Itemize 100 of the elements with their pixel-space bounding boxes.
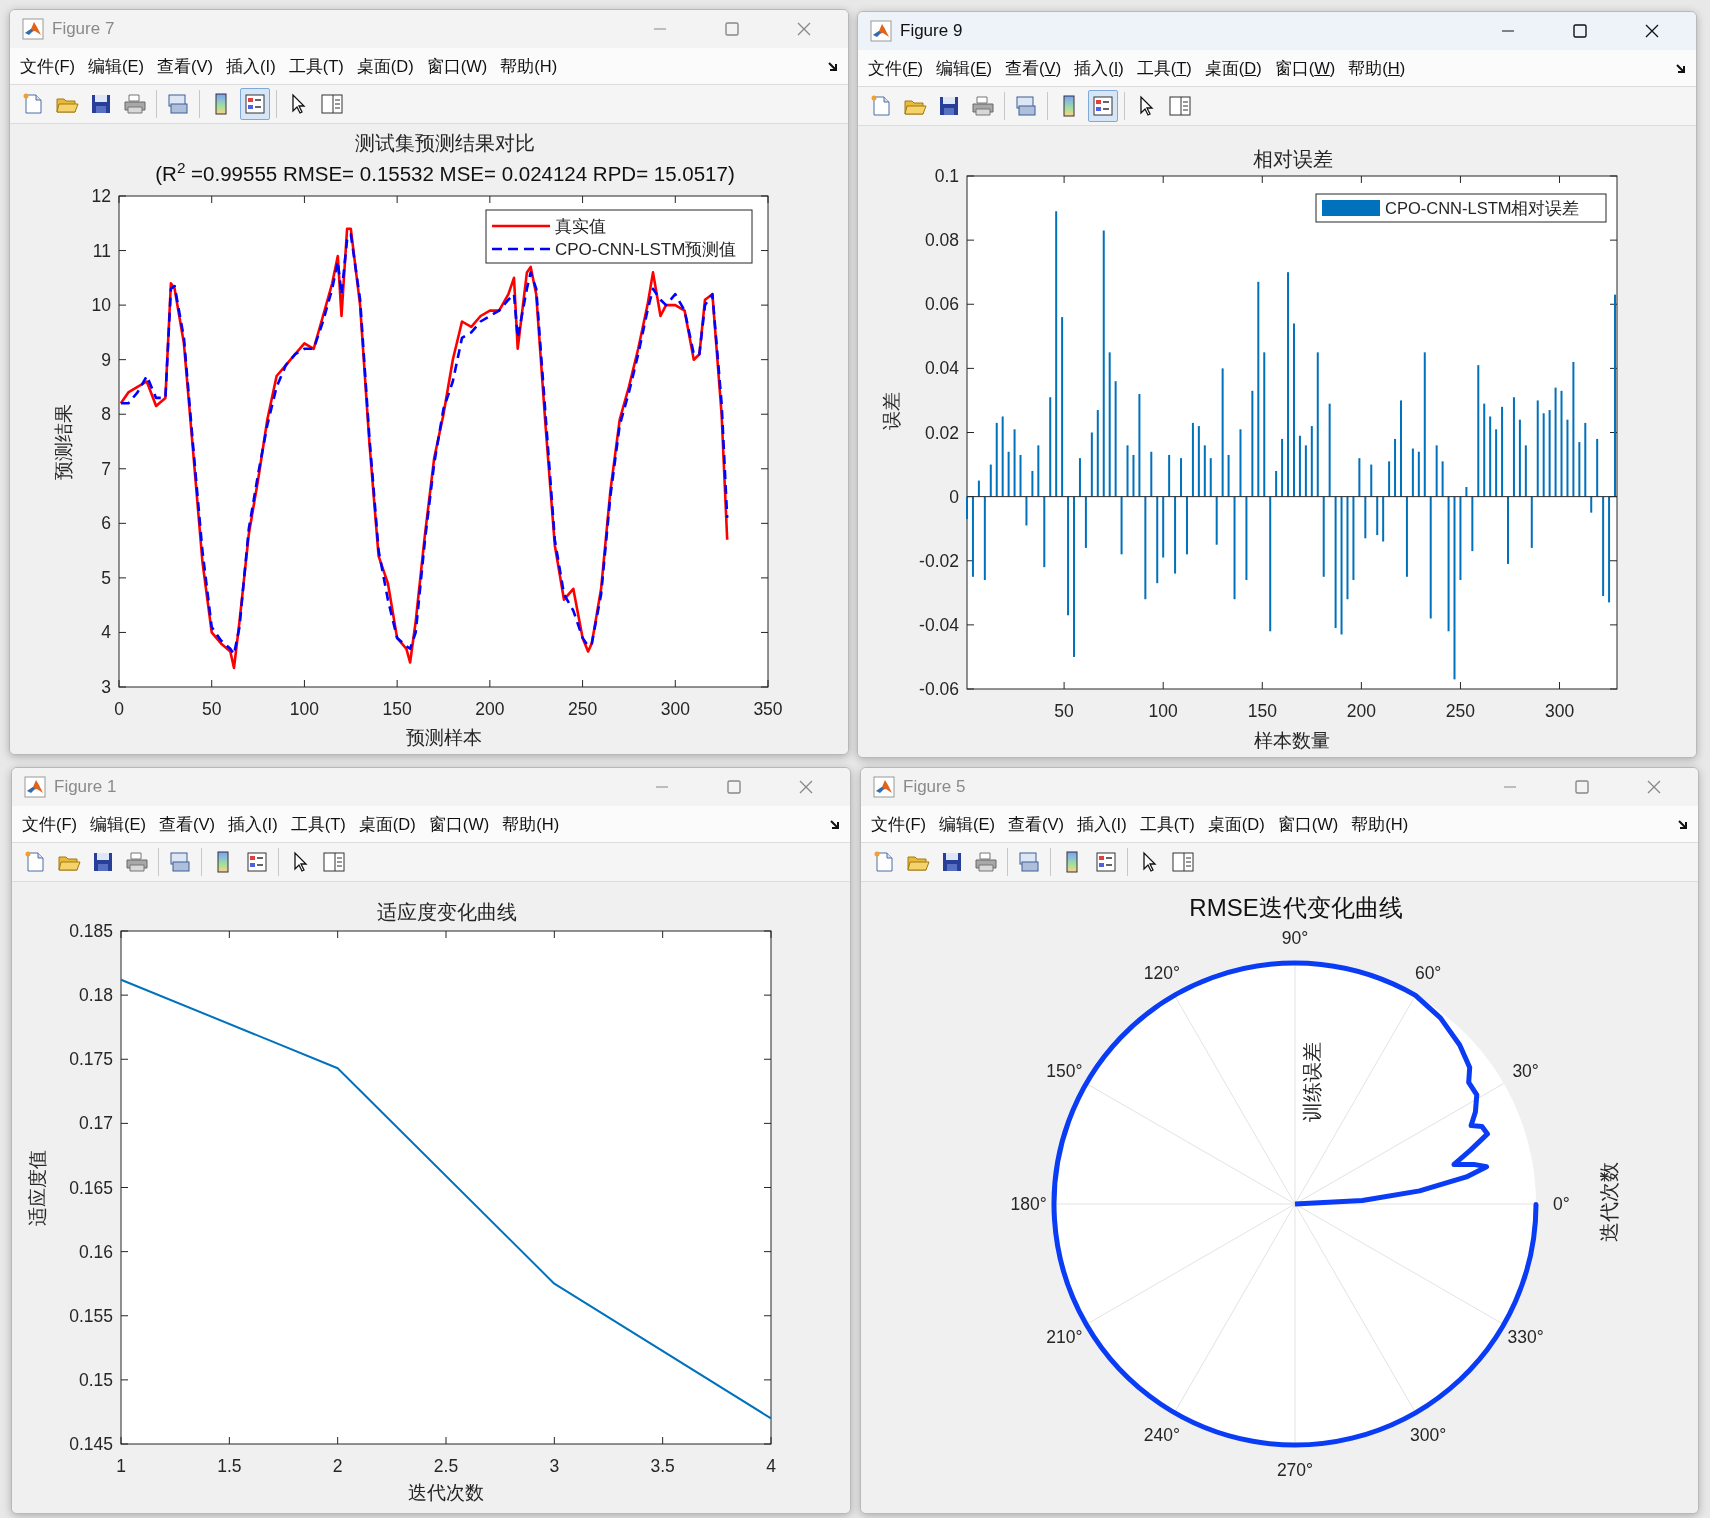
- menu-item[interactable]: 工具(T): [286, 811, 350, 837]
- angle-label: 210°: [1046, 1327, 1083, 1348]
- tick-label: 0.17: [78, 1113, 113, 1134]
- tick-label: 50: [1054, 701, 1074, 721]
- menu-item[interactable]: 编辑(E): [935, 811, 1000, 837]
- dock-arrow-icon[interactable]: [1678, 818, 1690, 830]
- legend-swatch: [492, 224, 550, 228]
- axis-label: 误差: [880, 392, 902, 430]
- tick-label: 0: [114, 699, 124, 719]
- legend-label: 真实值: [555, 217, 606, 236]
- menu-item[interactable]: 文件(F): [16, 53, 80, 79]
- angle-label: 240°: [1143, 1424, 1180, 1445]
- tick-label: 0.08: [924, 230, 959, 251]
- menu-item[interactable]: 文件(F): [867, 811, 931, 837]
- tick-label: 250: [567, 699, 598, 719]
- window-title: Figure 5: [903, 776, 966, 799]
- tick-label: 0.04: [924, 358, 959, 379]
- menu-item[interactable]: 桌面(D): [354, 811, 420, 837]
- tick-label: -0.04: [919, 614, 959, 635]
- tick-label: 7: [101, 458, 111, 479]
- app-logo-icon: [873, 776, 895, 798]
- tick-label: 150: [382, 699, 412, 719]
- tick-label: 100: [1148, 701, 1178, 721]
- axis-label: 迭代次数: [408, 1481, 484, 1503]
- tick-label: 0.18: [78, 985, 113, 1006]
- menu-item[interactable]: 编辑(E): [932, 55, 997, 81]
- menu-item[interactable]: 桌面(D): [1200, 55, 1266, 81]
- menu-item[interactable]: 窗口(W): [1270, 55, 1340, 81]
- app-logo-icon: [22, 18, 44, 40]
- menu-item[interactable]: 查看(V): [153, 53, 218, 79]
- menu-item[interactable]: 帮助(H): [496, 53, 562, 79]
- angle-label: 150°: [1046, 1060, 1083, 1081]
- tick-label: 0.175: [69, 1049, 113, 1070]
- tick-label: 12: [91, 186, 111, 206]
- menu-item[interactable]: 工具(T): [284, 53, 348, 79]
- menu-item[interactable]: 工具(T): [1132, 55, 1196, 81]
- menu-item[interactable]: 窗口(W): [1273, 811, 1343, 837]
- tick-label: 0.1: [934, 166, 959, 186]
- tick-label: -0.06: [919, 679, 959, 699]
- tick-label: 100: [289, 699, 320, 719]
- chart-subtitle: (R$^{2}$ =0.99555 RMSE= 0.15532 MSE= 0.024124 RPD= 15.0517): [155, 159, 735, 187]
- menu-item[interactable]: 帮助(H): [498, 811, 564, 837]
- menu-item[interactable]: 帮助(H): [1347, 811, 1413, 837]
- app-logo-icon: [24, 776, 46, 798]
- tick-label: 0.15: [78, 1369, 113, 1390]
- menu-item[interactable]: 编辑(E): [86, 811, 151, 837]
- dock-arrow-icon[interactable]: [828, 60, 840, 72]
- tick-label: 0.185: [69, 921, 113, 941]
- tick-label: 9: [101, 349, 111, 370]
- menu-item[interactable]: 窗口(W): [422, 53, 492, 79]
- dock-arrow-icon[interactable]: [1676, 62, 1688, 74]
- tick-label: 0.06: [924, 294, 959, 315]
- menu-item[interactable]: 查看(V): [1004, 811, 1069, 837]
- tick-label: 0.16: [78, 1241, 113, 1262]
- axis-label: 预测结果: [52, 403, 74, 480]
- menu-item[interactable]: 文件(F): [864, 55, 928, 81]
- tick-label: 8: [101, 404, 111, 425]
- tick-label: 1.5: [217, 1456, 242, 1476]
- chart-title: 测试集预测结果对比: [355, 130, 535, 157]
- app-logo-icon: [870, 20, 892, 42]
- menu-item[interactable]: 编辑(E): [84, 53, 149, 79]
- legend-label: CPO-CNN-LSTM相对误差: [1385, 199, 1580, 217]
- tick-label: 0.145: [69, 1434, 113, 1454]
- menu-item[interactable]: 工具(T): [1135, 811, 1199, 837]
- menu-item[interactable]: 插入(I): [1070, 55, 1128, 81]
- legend-icon[interactable]: [240, 88, 270, 120]
- tick-label: 0.165: [69, 1177, 113, 1198]
- menu-item[interactable]: 文件(F): [18, 811, 82, 837]
- menu-item[interactable]: 插入(I): [1073, 811, 1131, 837]
- legend-swatch: [492, 247, 550, 251]
- angle-label: 270°: [1276, 1460, 1314, 1481]
- menu-item[interactable]: 帮助(H): [1344, 55, 1410, 81]
- window-title: Figure 9: [900, 20, 963, 43]
- tick-label: 2.5: [433, 1456, 459, 1476]
- window-title: Figure 1: [54, 776, 117, 799]
- menu-item[interactable]: 插入(I): [224, 811, 282, 837]
- menu-item[interactable]: 查看(V): [155, 811, 220, 837]
- window-title: Figure 7: [52, 18, 115, 41]
- legend-label: CPO-CNN-LSTM预测值: [555, 240, 737, 259]
- menu-item[interactable]: 桌面(D): [352, 53, 418, 79]
- tick-label: 4: [101, 622, 111, 643]
- tick-label: 2: [332, 1456, 343, 1476]
- tick-label: 1: [116, 1456, 126, 1476]
- angle-label: 0°: [1552, 1194, 1570, 1214]
- tick-label: 200: [475, 699, 505, 719]
- axis-label: 训练误差: [1300, 1042, 1324, 1122]
- tick-label: 300: [1544, 701, 1575, 721]
- menu-item[interactable]: 桌面(D): [1203, 811, 1269, 837]
- menu-item[interactable]: 查看(V): [1001, 55, 1066, 81]
- menu-item[interactable]: 插入(I): [222, 53, 280, 79]
- tick-label: 3: [549, 1456, 560, 1476]
- chart-title: RMSE迭代变化曲线: [1189, 893, 1403, 923]
- tick-label: 250: [1445, 701, 1476, 721]
- angle-label: 120°: [1143, 963, 1180, 984]
- menu-item[interactable]: 窗口(W): [424, 811, 494, 837]
- dock-arrow-icon[interactable]: [830, 818, 842, 830]
- tick-label: 4: [766, 1456, 776, 1476]
- legend-icon[interactable]: [1088, 90, 1118, 122]
- tick-label: 300: [660, 699, 690, 719]
- tick-label: 10: [91, 295, 111, 316]
